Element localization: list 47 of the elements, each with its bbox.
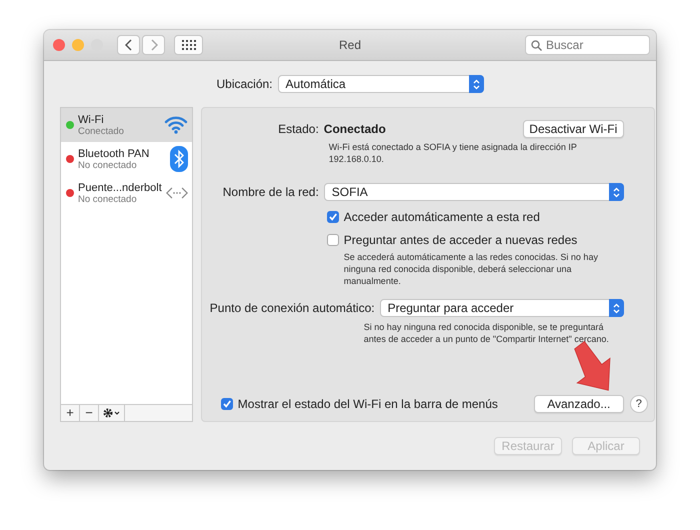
hotspot-label: Punto de conexión automático: [210, 301, 375, 315]
stepper-icon [608, 183, 624, 201]
grid-icon [182, 40, 196, 50]
connector-icon [166, 186, 188, 200]
close-icon[interactable] [53, 39, 65, 51]
list-tool-button[interactable]: + [61, 405, 80, 421]
advanced-button[interactable]: Avanzado... [534, 395, 624, 413]
network-name-label: Nombre de la red: [222, 185, 319, 199]
stepper-icon [468, 75, 484, 93]
service-status: No conectado [78, 160, 138, 170]
search-field[interactable]: Buscar [525, 35, 650, 55]
service-item[interactable]: Wi-Fi Conectado [61, 108, 192, 142]
status-note: Wi-Fi está conectado a SOFIA y tiene asignada la dirección IP 192.168.0.10. [328, 141, 578, 165]
wifi-icon [164, 115, 188, 135]
window-title: Red [339, 38, 361, 52]
hotspot-note: Si no hay ninguna red conocida disponible, se te preguntará antes de acceder a un punto de "Compartir Internet" cercano. [364, 321, 610, 345]
location-dropdown[interactable]: Automática [278, 75, 484, 93]
checkbox[interactable] [326, 234, 339, 246]
help-button[interactable]: ? [630, 395, 648, 413]
bluetooth-icon [170, 146, 188, 172]
list-tool-button[interactable]: − [80, 405, 99, 421]
service-name: Bluetooth PAN [78, 148, 150, 160]
service-name: Puente...nderbolt [78, 182, 162, 194]
chevron-right-icon [150, 39, 158, 51]
location-label: Ubicación: [216, 77, 273, 91]
stepper-icon [608, 299, 624, 317]
checkbox-label: Acceder automáticamente a esta red [344, 210, 540, 224]
service-status: Conectado [78, 126, 125, 136]
checkbox[interactable] [220, 398, 233, 410]
show-all-button[interactable] [174, 35, 203, 55]
hotspot-dropdown[interactable]: Preguntar para acceder [380, 299, 624, 317]
checkbox-label: Mostrar el estado del Wi-Fi en la barra de menús [238, 397, 498, 411]
back-button[interactable] [117, 35, 140, 55]
gear-icon [102, 408, 120, 418]
service-item[interactable]: Puente...nderbolt No conectado [61, 176, 192, 210]
status-label: Estado: [277, 122, 319, 136]
service-item[interactable]: Bluetooth PAN No conectado [61, 142, 192, 176]
chevron-left-icon [124, 39, 132, 51]
status-value: Conectado [324, 122, 386, 136]
option-note: Se accederá automáticamente a las redes conocidas. Si no hay ninguna red conocida disponible, deberá seleccionar una manualmente. [344, 251, 599, 287]
search-icon [531, 40, 542, 51]
checkbox-label: Preguntar antes de acceder a nuevas redes [344, 233, 578, 247]
service-name: Wi-Fi [78, 114, 105, 126]
service-status: No conectado [78, 194, 138, 204]
network-name-dropdown[interactable]: SOFIA [324, 183, 624, 201]
disable-wifi-button[interactable]: Desactivar Wi-Fi [522, 120, 624, 138]
checkbox[interactable] [326, 211, 339, 223]
